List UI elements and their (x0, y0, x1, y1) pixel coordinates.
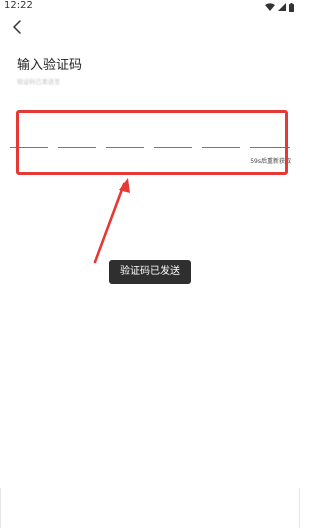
right-edge-line (299, 488, 300, 528)
toast-message: 验证码已发送 (109, 260, 191, 284)
left-edge-line (0, 488, 1, 528)
